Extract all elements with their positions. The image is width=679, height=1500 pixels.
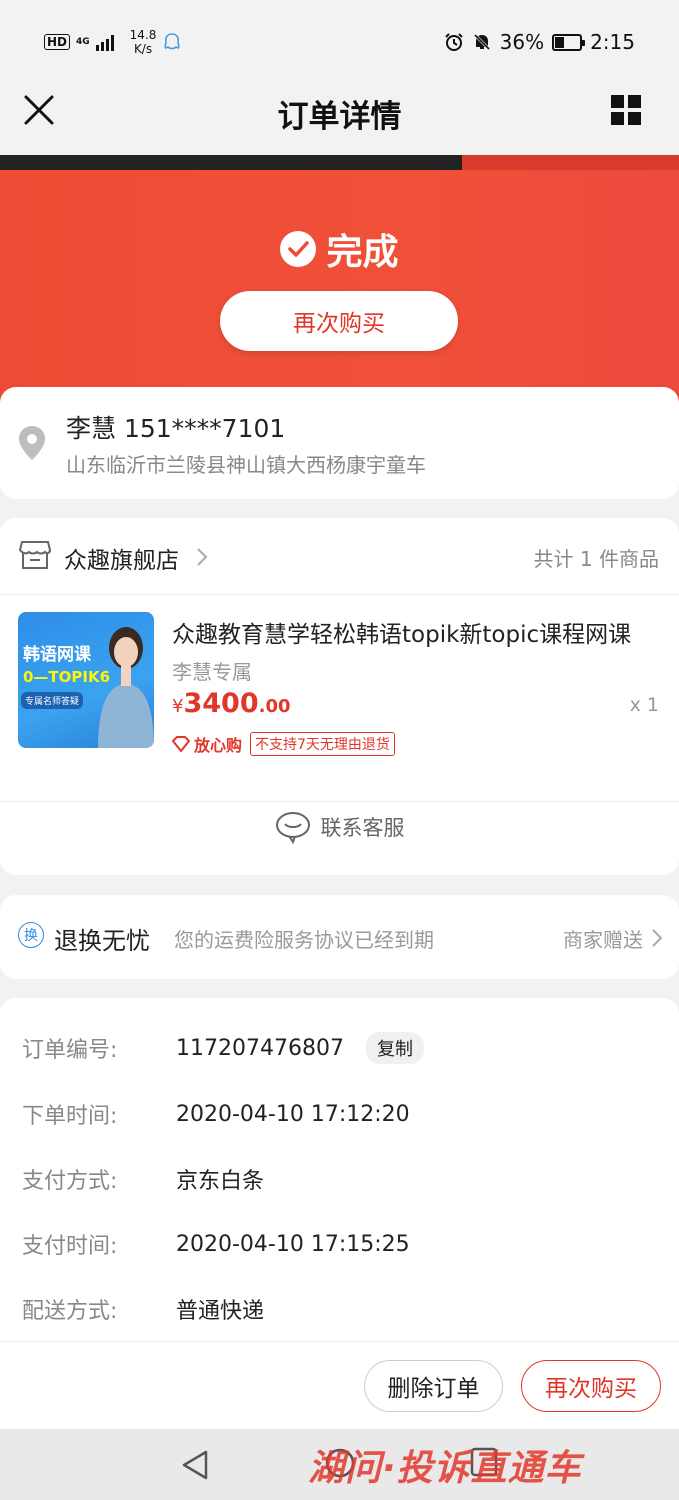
info-label: 支付方式: <box>22 1169 118 1194</box>
hd-indicator: HD <box>44 34 71 50</box>
refund-card[interactable]: 换 退换无忧 您的运费险服务协议已经到期 商家赠送 <box>0 895 679 979</box>
recipient-address: 山东临沂市兰陵县神山镇大西杨康宇童车 <box>66 453 426 477</box>
chevron-right-icon[interactable] <box>196 547 208 567</box>
battery-percent: 36% <box>499 30 545 54</box>
teacher-photo-icon <box>98 627 154 748</box>
contact-service-button[interactable]: 联系客服 <box>0 810 679 844</box>
price-currency: ¥ <box>172 696 184 717</box>
refund-gift-label: 商家赠送 <box>563 928 643 952</box>
contact-service-label: 联系客服 <box>320 816 405 840</box>
payment-method: 京东白条 <box>176 1169 265 1194</box>
info-row-delivery: 配送方式: 普通快递 <box>22 1294 264 1324</box>
battery-icon <box>552 33 586 51</box>
watermark-logo: 湖问·投诉直通车 <box>308 1448 582 1489</box>
safe-buy-badge: 放心购 <box>172 732 242 756</box>
delivery-method: 普通快递 <box>176 1299 265 1324</box>
info-row-payment-method: 支付方式: 京东白条 <box>22 1164 264 1194</box>
net-speed: 14.8 K/s <box>130 28 157 56</box>
safe-buy-text: 放心购 <box>194 736 243 755</box>
order-time: 2020-04-10 17:12:20 <box>176 1101 410 1127</box>
product-price: ¥3400.00 <box>172 688 291 719</box>
status-right: 36% 2:15 <box>444 30 635 54</box>
order-number: 117207476807 <box>176 1035 344 1061</box>
recipient-name-phone: 李慧 151****7101 <box>66 414 286 443</box>
info-row-order-time: 下单时间: 2020-04-10 17:12:20 <box>22 1099 410 1130</box>
system-navigation-bar: 湖问·投诉直通车 <box>0 1429 679 1500</box>
shop-name-link[interactable]: 众趣旗舰店 <box>64 541 179 575</box>
product-spec: 李慧专属 <box>172 660 252 684</box>
back-icon[interactable] <box>180 1449 210 1481</box>
mute-icon <box>473 33 490 51</box>
status-bar: HD 4G 14.8 K/s 36% 2:15 <box>0 0 679 85</box>
info-row-order-number: 订单编号: 117207476807 复制 <box>22 1032 424 1064</box>
divider <box>0 801 679 802</box>
progress-strip-accent <box>462 155 679 170</box>
grid-icon[interactable] <box>611 95 641 125</box>
refund-title: 退换无忧 <box>54 927 150 955</box>
nav-bar: 订单详情 <box>0 85 679 155</box>
thumb-title: 韩语网课 <box>23 645 91 665</box>
signal-icon <box>95 35 114 51</box>
diamond-heart-icon <box>172 736 190 752</box>
clock: 2:15 <box>590 30 635 54</box>
info-label: 支付时间: <box>22 1234 118 1259</box>
alarm-icon <box>444 33 463 51</box>
status-left: HD 4G 14.8 K/s <box>44 28 182 56</box>
store-icon <box>18 541 52 569</box>
check-circle-icon <box>280 231 317 267</box>
product-thumbnail[interactable]: 韩语网课 0—TOPIK6 专属名师答疑 <box>18 612 154 748</box>
shop-card: 众趣旗舰店 共计 1 件商品 韩语网课 0—TOPIK6 专属名师答疑 众趣教育… <box>0 518 679 875</box>
location-pin-icon <box>19 426 45 460</box>
order-status: 完成 <box>0 223 679 275</box>
info-label: 订单编号: <box>22 1038 118 1063</box>
footer-actions: 删除订单 再次购买 <box>0 1341 679 1430</box>
divider <box>0 594 679 595</box>
thumb-tag: 专属名师答疑 <box>21 692 84 709</box>
net-speed-unit: K/s <box>133 42 153 56</box>
rebuy-button[interactable]: 再次购买 <box>521 1360 661 1412</box>
info-label: 配送方式: <box>22 1299 118 1324</box>
rebuy-button-hero[interactable]: 再次购买 <box>220 291 458 351</box>
payment-time: 2020-04-10 17:15:25 <box>176 1231 410 1257</box>
page-title: 订单详情 <box>277 99 402 135</box>
info-label: 下单时间: <box>22 1104 118 1129</box>
exchange-icon: 换 <box>18 922 44 948</box>
order-status-text: 完成 <box>326 232 399 273</box>
product-badges: 放心购 不支持7天无理由退货 <box>172 732 395 756</box>
copy-button[interactable]: 复制 <box>365 1032 424 1064</box>
info-row-payment-time: 支付时间: 2020-04-10 17:15:25 <box>22 1229 410 1260</box>
item-count: 共计 1 件商品 <box>533 547 659 571</box>
product-quantity: x 1 <box>629 694 659 716</box>
order-info-card: 订单编号: 117207476807 复制 下单时间: 2020-04-10 1… <box>0 998 679 1358</box>
price-integer: 3400 <box>183 688 259 719</box>
product-title[interactable]: 众趣教育慧学轻松韩语topik新topic课程网课 <box>172 615 660 649</box>
price-decimal: .00 <box>258 696 291 717</box>
net-speed-value: 14.8 <box>129 28 157 42</box>
network-type: 4G <box>76 37 90 47</box>
no-return-badge: 不支持7天无理由退货 <box>250 732 395 756</box>
refund-description: 您的运费险服务协议已经到期 <box>174 928 434 952</box>
delete-order-button[interactable]: 删除订单 <box>364 1360 503 1412</box>
chevron-right-icon[interactable] <box>651 928 663 948</box>
chat-bubble-icon <box>275 812 310 844</box>
app-notification-icon <box>164 33 181 50</box>
address-card[interactable]: 李慧 151****7101 山东临沂市兰陵县神山镇大西杨康宇童车 <box>0 387 679 499</box>
order-status-banner: 完成 再次购买 <box>0 155 679 415</box>
